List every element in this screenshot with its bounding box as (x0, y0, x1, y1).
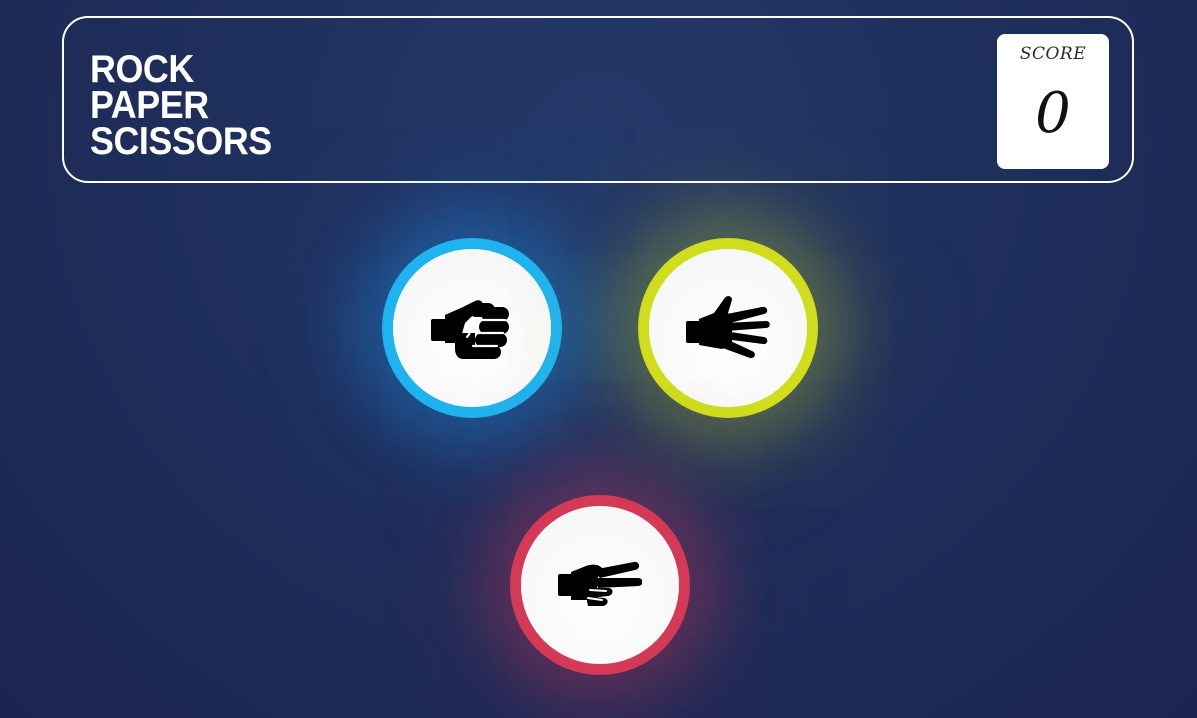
peace-hand-icon (558, 561, 642, 606)
score-box: SCORE 0 (997, 34, 1109, 169)
game-title: ROCK PAPER SCISSORS (90, 48, 272, 163)
title-line-rock: ROCK (90, 48, 194, 91)
paper-button[interactable] (638, 238, 818, 418)
score-value: 0 (1035, 81, 1071, 146)
score-label: SCORE (1019, 44, 1087, 64)
title-line-paper: PAPER (90, 84, 209, 127)
title-line-scissors: SCISSORS (90, 120, 272, 163)
header-panel: ROCK PAPER SCISSORS SCORE 0 (62, 16, 1134, 183)
fist-icon (431, 300, 509, 359)
paper-button-face[interactable] (649, 249, 807, 407)
scissors-button-face[interactable] (521, 506, 679, 664)
rock-button[interactable] (382, 238, 562, 418)
open-hand-icon (686, 296, 770, 359)
rock-button-face[interactable] (393, 249, 551, 407)
scissors-button[interactable] (510, 495, 690, 675)
